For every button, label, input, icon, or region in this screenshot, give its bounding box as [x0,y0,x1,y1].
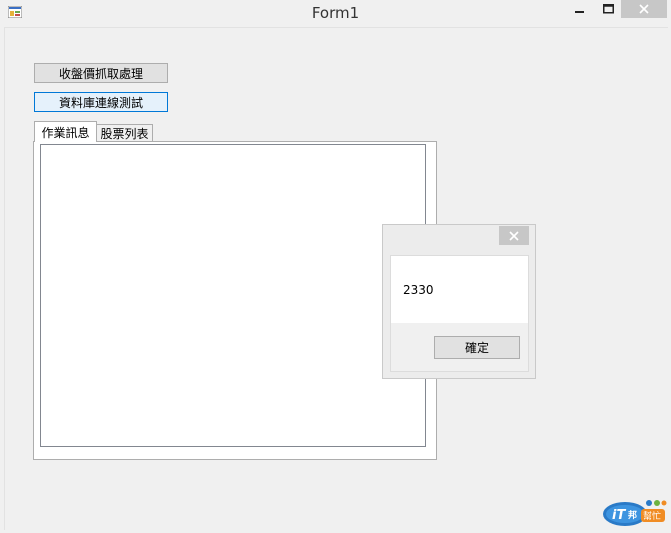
svg-text:邦: 邦 [628,509,637,521]
ithome-logo: iT 邦 幫忙 [603,500,667,526]
svg-text:iT: iT [612,508,626,523]
tab-panel [33,141,437,460]
main-window: Form1 收盤價抓取處理 資料庫連線測試 作業訊息 股票列表 2330 確定 … [0,0,671,533]
message-textbox[interactable] [40,144,426,447]
svg-text:幫忙: 幫忙 [643,510,661,522]
db-connection-test-button[interactable]: 資料庫連線測試 [34,92,168,112]
maximize-icon [602,4,614,14]
title-bar[interactable]: Form1 [0,0,671,26]
close-icon [639,4,649,14]
message-box-dialog: 2330 確定 [382,224,536,379]
close-icon [509,230,519,241]
dialog-close-button[interactable] [499,226,529,245]
minimize-button[interactable] [566,0,594,18]
dialog-message-area: 2330 [391,256,528,323]
maximize-button[interactable] [594,0,622,18]
dialog-message: 2330 [403,283,434,297]
minimize-icon [575,11,584,13]
tab-stock-list[interactable]: 股票列表 [96,124,153,141]
close-button[interactable] [621,0,667,18]
tab-job-messages[interactable]: 作業訊息 [34,121,97,142]
fetch-closing-price-button[interactable]: 收盤價抓取處理 [34,63,168,83]
ok-button[interactable]: 確定 [434,336,520,359]
dialog-body: 2330 確定 [390,255,529,372]
